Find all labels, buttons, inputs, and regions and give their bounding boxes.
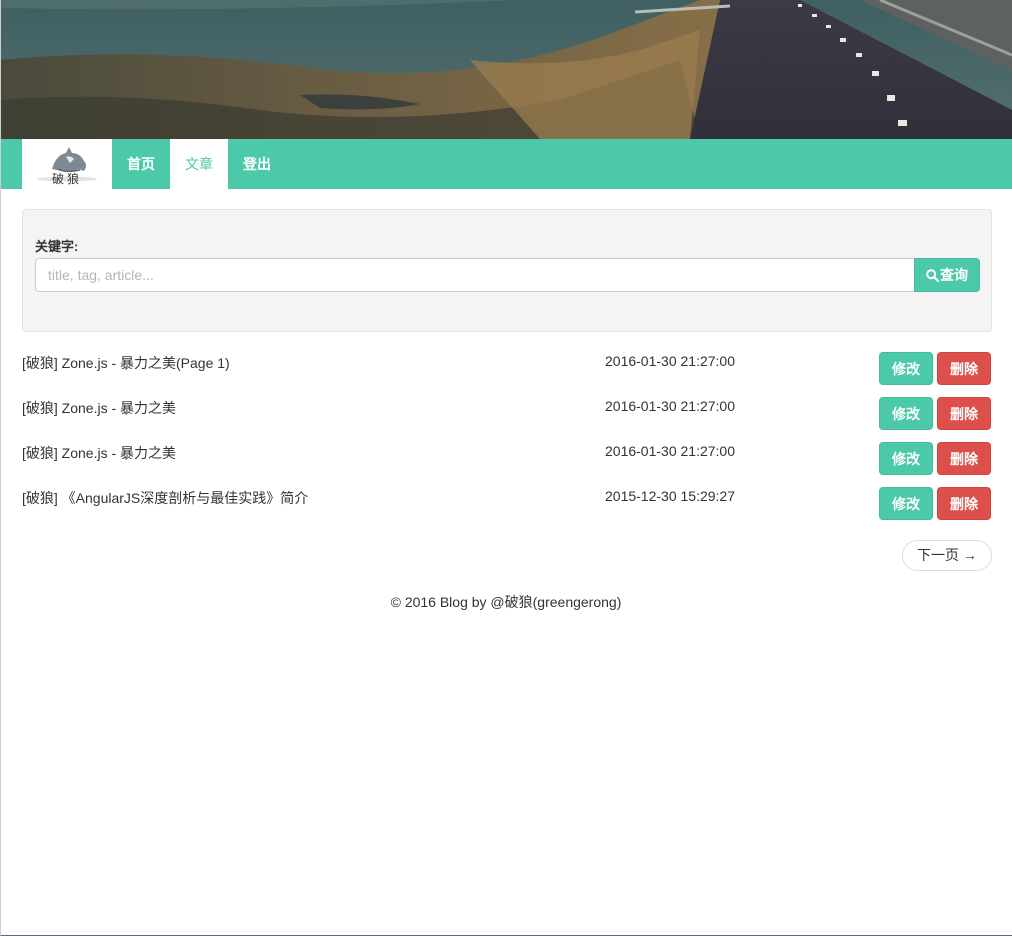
article-row: [破狼] 《AngularJS深度剖析与最佳实践》简介 2015-12-30 1… bbox=[22, 487, 992, 532]
article-date: 2016-01-30 21:27:00 bbox=[605, 443, 735, 459]
article-row: [破狼] Zone.js - 暴力之美 2016-01-30 21:27:00 … bbox=[22, 442, 992, 487]
nav-item-logout[interactable]: 登出 bbox=[228, 139, 286, 189]
article-row: [破狼] Zone.js - 暴力之美(Page 1) 2016-01-30 2… bbox=[22, 352, 992, 397]
search-button[interactable]: 查询 bbox=[914, 258, 980, 292]
search-icon bbox=[926, 268, 939, 282]
article-title[interactable]: [破狼] Zone.js - 暴力之美(Page 1) bbox=[22, 353, 230, 373]
top-navbar: 破狼 首页 文章 登出 bbox=[0, 139, 1012, 189]
next-page-button[interactable]: 下一页 → bbox=[902, 540, 992, 571]
search-panel: 关键字: 查询 bbox=[22, 209, 992, 332]
article-list: [破狼] Zone.js - 暴力之美(Page 1) 2016-01-30 2… bbox=[22, 352, 992, 532]
nav-item-home[interactable]: 首页 bbox=[112, 139, 170, 189]
article-title[interactable]: [破狼] Zone.js - 暴力之美 bbox=[22, 443, 176, 463]
edit-button[interactable]: 修改 bbox=[879, 487, 933, 520]
edit-button[interactable]: 修改 bbox=[879, 442, 933, 475]
delete-button[interactable]: 删除 bbox=[937, 487, 991, 520]
search-label: 关键字: bbox=[35, 239, 79, 254]
header-banner-image bbox=[0, 0, 1012, 139]
search-button-label: 查询 bbox=[940, 267, 968, 283]
article-title[interactable]: [破狼] Zone.js - 暴力之美 bbox=[22, 398, 176, 418]
brand-logo[interactable]: 破狼 bbox=[22, 139, 112, 189]
search-input[interactable] bbox=[35, 258, 914, 292]
delete-button[interactable]: 删除 bbox=[937, 442, 991, 475]
footer-copyright: © 2016 Blog by @破狼(greengerong) bbox=[390, 594, 622, 610]
article-title[interactable]: [破狼] 《AngularJS深度剖析与最佳实践》简介 bbox=[22, 488, 308, 508]
delete-button[interactable]: 删除 bbox=[937, 352, 991, 385]
article-date: 2015-12-30 15:29:27 bbox=[605, 488, 735, 504]
article-date: 2016-01-30 21:27:00 bbox=[605, 353, 735, 369]
edit-button[interactable]: 修改 bbox=[879, 397, 933, 430]
nav-item-articles[interactable]: 文章 bbox=[170, 139, 228, 189]
article-date: 2016-01-30 21:27:00 bbox=[605, 398, 735, 414]
delete-button[interactable]: 删除 bbox=[937, 397, 991, 430]
article-row: [破狼] Zone.js - 暴力之美 2016-01-30 21:27:00 … bbox=[22, 397, 992, 442]
edit-button[interactable]: 修改 bbox=[879, 352, 933, 385]
brand-text: 破狼 bbox=[52, 172, 83, 186]
